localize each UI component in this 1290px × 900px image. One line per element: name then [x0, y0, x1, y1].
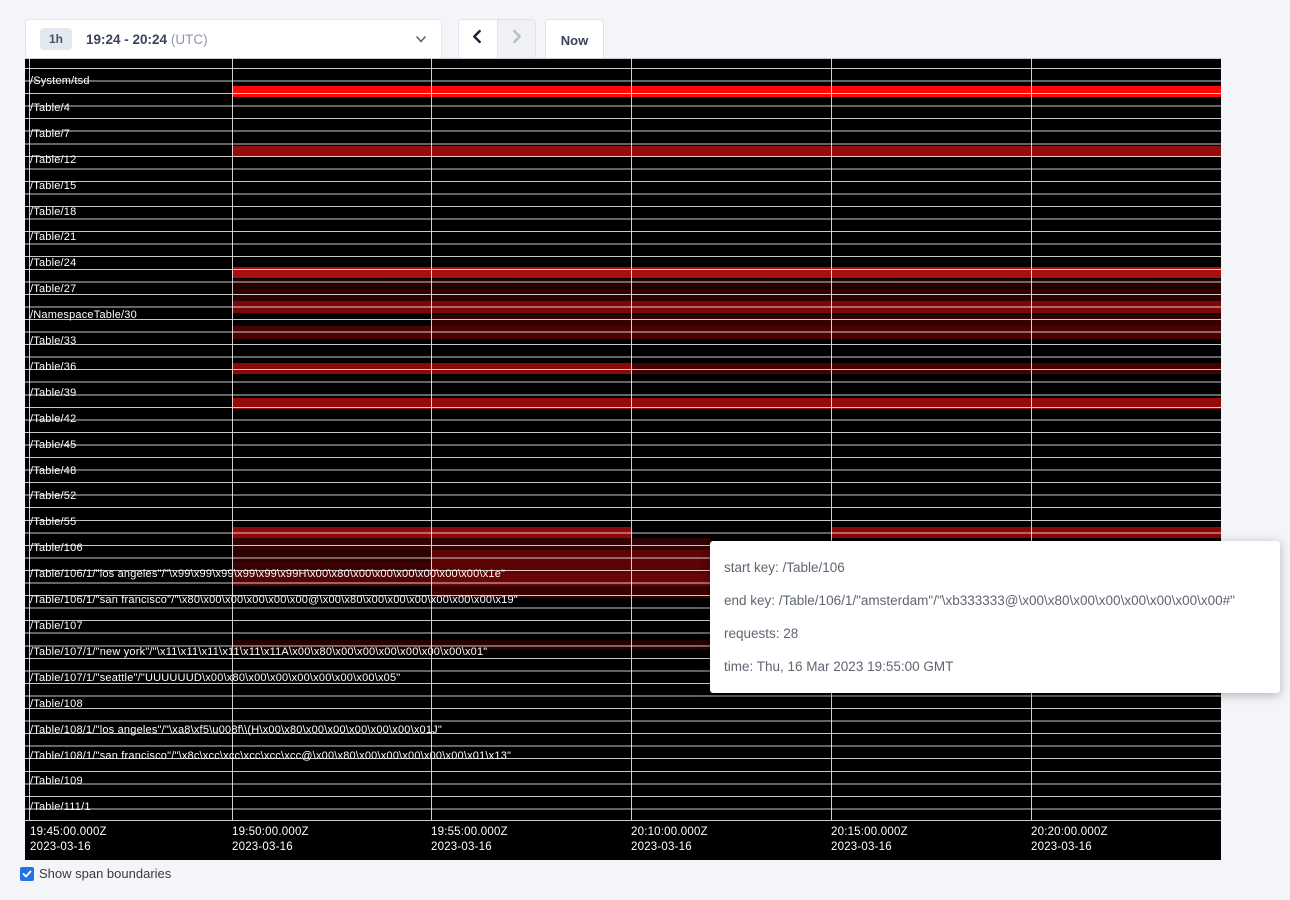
x-axis-tick: 20:20:00.000Z2023-03-16 — [1031, 825, 1108, 855]
row-label: /Table/109 — [30, 775, 83, 787]
key-visualizer-heatmap[interactable]: /System/tsd/Table/4/Table/7/Table/12/Tab… — [25, 58, 1221, 860]
row-label: /Table/48 — [30, 465, 76, 477]
row-label: /Table/106/1/"los angeles"/"\x99\x99\x99… — [30, 568, 505, 580]
x-tick-date: 2023-03-16 — [831, 840, 908, 855]
x-tick-time: 19:55:00.000Z — [431, 825, 508, 840]
time-gridline — [232, 58, 233, 820]
row-label: /Table/27 — [30, 283, 76, 295]
row-label: /Table/111/1 — [30, 801, 91, 813]
span-boundary-lines — [25, 68, 1221, 821]
x-axis-tick: 20:10:00.000Z2023-03-16 — [631, 825, 708, 855]
x-tick-date: 2023-03-16 — [1031, 840, 1108, 855]
heatmap-band — [232, 301, 1221, 313]
heatmap-bottom-boundary — [25, 820, 1221, 821]
x-tick-date: 2023-03-16 — [431, 840, 508, 855]
heatmap-band — [431, 550, 710, 562]
row-label: /Table/106 — [30, 542, 83, 554]
row-label: /Table/4 — [30, 102, 70, 114]
time-gridline — [1031, 58, 1032, 820]
span-tooltip: start key: /Table/106 end key: /Table/10… — [710, 541, 1280, 693]
row-label: /Table/18 — [30, 206, 76, 218]
show-span-boundaries-control[interactable]: Show span boundaries — [20, 866, 171, 881]
heatmap-band — [232, 146, 1221, 157]
x-tick-date: 2023-03-16 — [631, 840, 708, 855]
x-tick-time: 20:20:00.000Z — [1031, 825, 1108, 840]
time-gridline — [431, 58, 432, 820]
row-label: /Table/108/1/"san francisco"/"\x8c\xcc\x… — [30, 750, 511, 762]
show-span-boundaries-label: Show span boundaries — [39, 866, 171, 881]
heatmap-band — [232, 267, 1221, 278]
row-label: /Table/106/1/"san francisco"/"\x80\x00\x… — [30, 594, 518, 606]
x-tick-time: 19:50:00.000Z — [232, 825, 309, 840]
row-label: /Table/21 — [30, 231, 76, 243]
heatmap-band — [232, 86, 1221, 97]
row-label: /Table/42 — [30, 413, 76, 425]
duration-badge: 1h — [40, 28, 72, 50]
tooltip-start-key: start key: /Table/106 — [724, 560, 1266, 575]
show-span-boundaries-checkbox[interactable] — [20, 867, 34, 881]
key-visualizer-page: { "toolbar": { "duration_badge": "1h", "… — [0, 0, 1290, 900]
row-label: /Table/12 — [30, 154, 76, 166]
x-axis-tick: 19:45:00.000Z2023-03-16 — [30, 825, 107, 855]
prev-time-button[interactable] — [459, 20, 498, 58]
heatmap-band — [631, 363, 1221, 374]
time-gridline — [631, 58, 632, 820]
now-button[interactable]: Now — [545, 19, 604, 61]
x-tick-time: 20:15:00.000Z — [831, 825, 908, 840]
heatmap-band — [431, 315, 1221, 326]
chevron-left-icon — [470, 29, 485, 49]
next-time-button[interactable] — [498, 20, 536, 58]
heatmap-band — [232, 550, 431, 562]
x-axis-tick: 20:15:00.000Z2023-03-16 — [831, 825, 908, 855]
time-range-selector[interactable]: 1h 19:24 - 20:24 (UTC) — [25, 19, 442, 59]
heatmap-top-boundary — [25, 58, 1221, 59]
tooltip-end-key: end key: /Table/106/1/"amsterdam"/"\xb33… — [724, 593, 1266, 608]
heatmap-band — [831, 527, 1221, 538]
row-label: /Table/108 — [30, 698, 83, 710]
row-label: /Table/24 — [30, 257, 76, 269]
x-tick-date: 2023-03-16 — [232, 840, 309, 855]
x-axis-tick: 19:50:00.000Z2023-03-16 — [232, 825, 309, 855]
heatmap-band — [232, 279, 1221, 289]
tooltip-requests: requests: 28 — [724, 626, 1266, 641]
heatmap-band — [232, 289, 1221, 301]
chevron-down-icon — [415, 33, 427, 45]
x-tick-time: 19:45:00.000Z — [30, 825, 107, 840]
row-label: /Table/52 — [30, 490, 76, 502]
tooltip-time: time: Thu, 16 Mar 2023 19:55:00 GMT — [724, 659, 1266, 674]
row-label: /System/tsd — [30, 75, 90, 87]
row-label: /Table/45 — [30, 439, 76, 451]
time-range-text: 19:24 - 20:24 (UTC) — [86, 32, 208, 47]
chevron-right-icon — [509, 29, 524, 49]
row-label: /Table/107/1/"new york"/"\x11\x11\x11\x1… — [30, 646, 487, 658]
row-label: /Table/33 — [30, 335, 76, 347]
row-label: /NamespaceTable/30 — [30, 309, 137, 321]
row-label: /Table/39 — [30, 387, 76, 399]
row-label: /Table/108/1/"los angeles"/"\xa8\xf5\u00… — [30, 724, 442, 736]
row-label: /Table/15 — [30, 180, 76, 192]
check-icon — [22, 869, 32, 879]
x-axis-tick: 19:55:00.000Z2023-03-16 — [431, 825, 508, 855]
time-gridline — [831, 58, 832, 820]
x-tick-date: 2023-03-16 — [30, 840, 107, 855]
heatmap-band — [232, 538, 710, 550]
row-label: /Table/55 — [30, 516, 76, 528]
timezone-text: (UTC) — [171, 32, 208, 47]
time-nav-group — [458, 19, 536, 59]
row-label: /Table/36 — [30, 361, 76, 373]
heatmap-band — [232, 326, 1221, 339]
row-label: /Table/107/1/"seattle"/"UUUUUUD\x00\x80\… — [30, 672, 400, 684]
row-label: /Table/107 — [30, 620, 83, 632]
heatmap-band — [232, 398, 1221, 409]
x-tick-time: 20:10:00.000Z — [631, 825, 708, 840]
row-label: /Table/7 — [30, 128, 70, 140]
